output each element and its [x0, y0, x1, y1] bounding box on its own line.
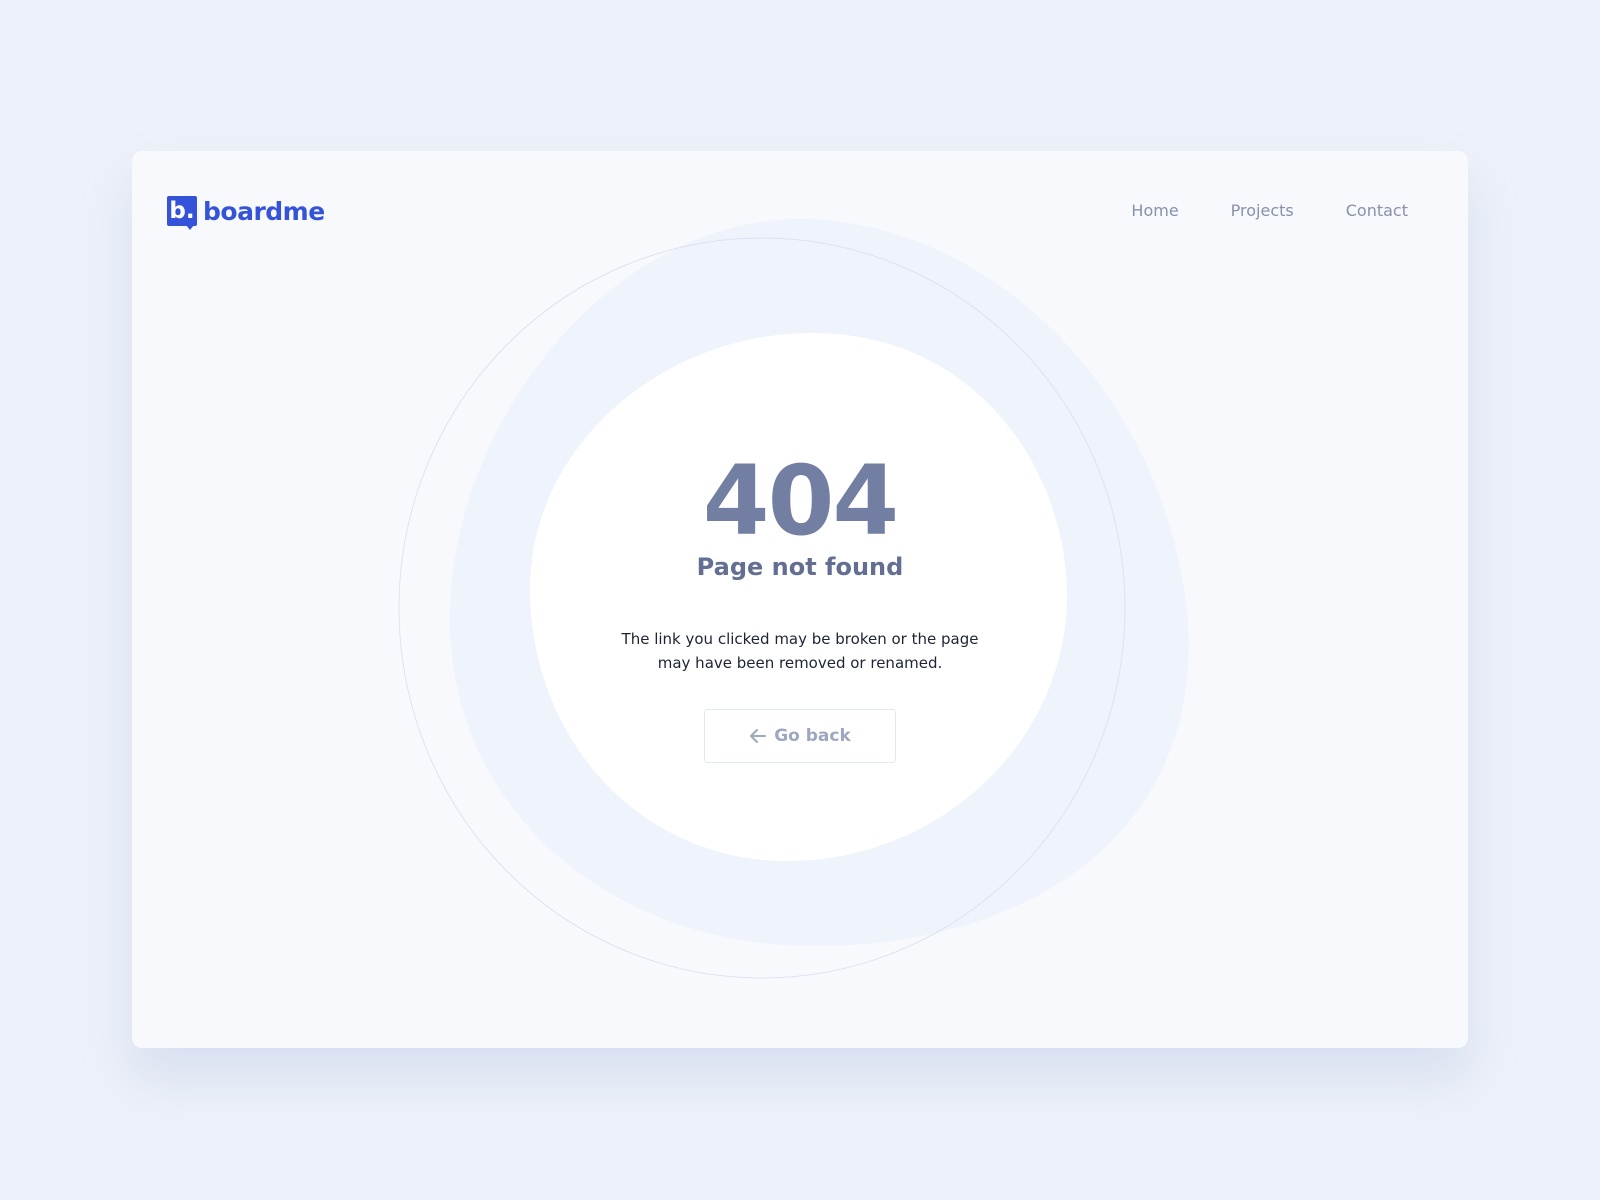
error-card: b. boardme Home Projects Contact 404 Pag… — [132, 151, 1468, 1048]
logo-mark-icon: b. — [167, 196, 197, 230]
error-content: 404 Page not found The link you clicked … — [600, 451, 1000, 763]
error-code: 404 — [702, 445, 899, 557]
go-back-button[interactable]: Go back — [704, 709, 896, 763]
nav-item-contact[interactable]: Contact — [1346, 201, 1408, 220]
nav-item-projects[interactable]: Projects — [1231, 201, 1294, 220]
brand-logo[interactable]: b. boardme — [167, 196, 325, 230]
brand-name: boardme — [203, 196, 325, 226]
nav-item-home[interactable]: Home — [1131, 201, 1178, 220]
error-title: Page not found — [696, 553, 904, 581]
top-nav: Home Projects Contact — [1131, 201, 1408, 220]
error-message: The link you clicked may be broken or th… — [621, 630, 979, 672]
arrow-left-icon — [749, 729, 767, 743]
go-back-label: Go back — [774, 726, 851, 746]
